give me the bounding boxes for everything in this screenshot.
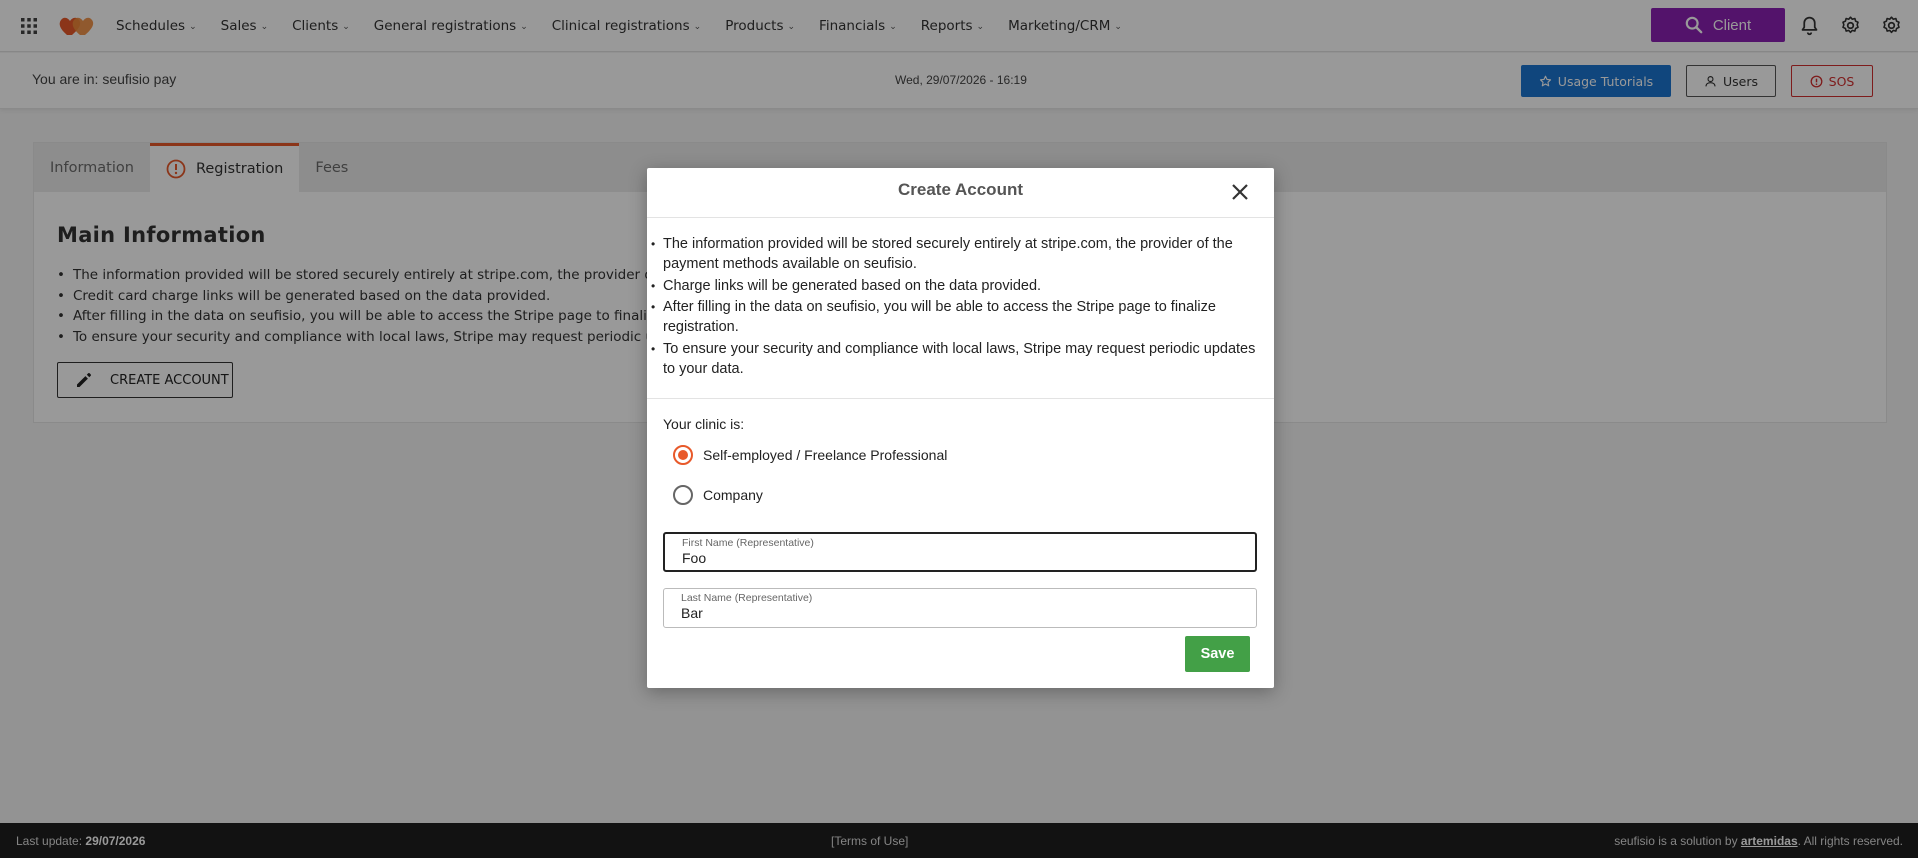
create-account-dialog: Create Account The information provided … [647,168,1274,688]
divider [647,398,1274,399]
list-item: After filling in the data on seufisio, y… [651,297,1263,337]
radio-company-label[interactable]: Company [703,487,763,503]
first-name-label: First Name (Representative) [682,537,814,549]
first-name-input[interactable] [682,550,1242,566]
dialog-title: Create Account [897,180,1023,199]
clinic-type-label: Your clinic is: [663,416,745,432]
radio-dot [678,450,688,460]
list-item: Charge links will be generated based on … [651,276,1263,296]
close-icon[interactable] [1230,182,1250,202]
first-name-field[interactable]: First Name (Representative) [663,532,1257,572]
last-name-input[interactable] [681,605,1241,621]
dialog-header: Create Account [647,168,1274,218]
dialog-info-list: The information provided will be stored … [651,234,1263,380]
save-button[interactable]: Save [1185,636,1250,672]
last-name-field[interactable]: Last Name (Representative) [663,588,1257,628]
radio-self-employed[interactable] [673,445,693,465]
last-name-label: Last Name (Representative) [681,592,813,604]
list-item: To ensure your security and compliance w… [651,339,1263,379]
radio-self-employed-label[interactable]: Self-employed / Freelance Professional [703,447,947,463]
list-item: The information provided will be stored … [651,234,1263,274]
radio-company[interactable] [673,485,693,505]
